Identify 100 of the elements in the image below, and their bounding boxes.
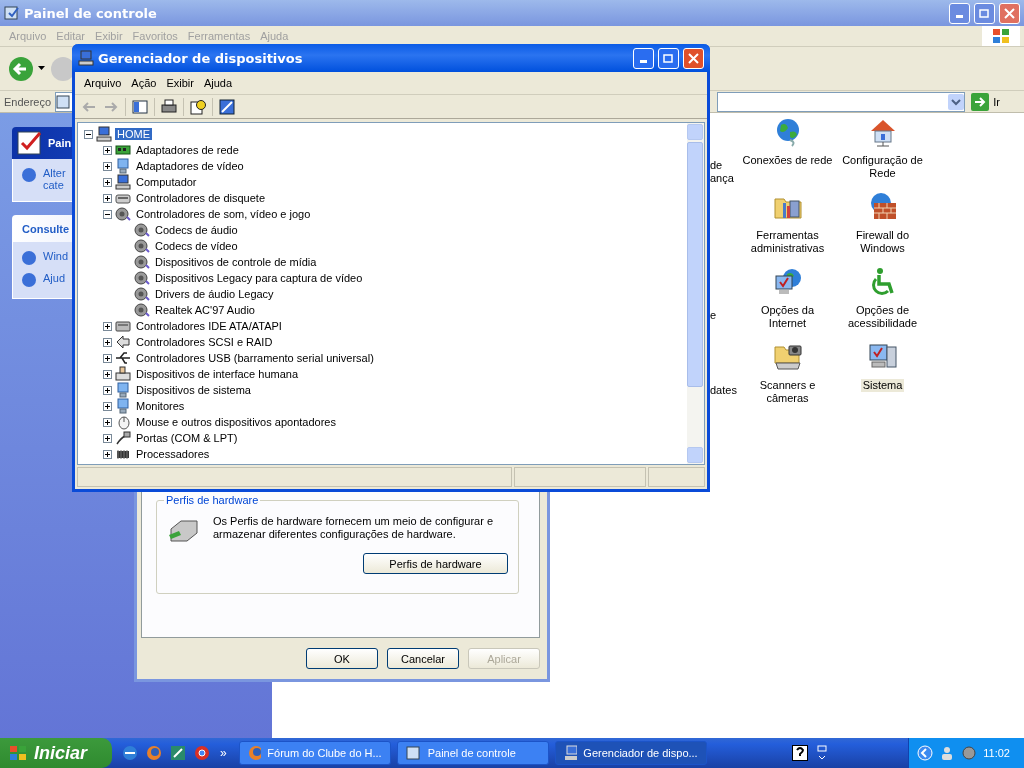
speaker-icon bbox=[134, 238, 150, 254]
taskbar-button[interactable]: Gerenciador de dispo... bbox=[554, 741, 707, 765]
tree-item[interactable]: Mouse e outros dispositivos apontadores bbox=[134, 416, 338, 428]
tree-item[interactable]: Controladores SCSI e RAID bbox=[134, 336, 275, 348]
start-button[interactable]: Iniciar bbox=[0, 738, 112, 768]
tree-item[interactable]: Controladores de disquete bbox=[134, 192, 268, 204]
tree-item[interactable]: Monitores bbox=[134, 400, 187, 412]
tree-item[interactable]: Adaptadores de vídeo bbox=[134, 160, 246, 172]
expand-icon[interactable] bbox=[103, 161, 112, 171]
tree-item[interactable]: Codecs de áudio bbox=[153, 224, 240, 236]
icon-label[interactable]: de ança bbox=[710, 159, 740, 185]
restore-button[interactable] bbox=[974, 2, 995, 24]
menu-item[interactable]: Exibir bbox=[161, 77, 199, 89]
browser-icon bbox=[247, 745, 262, 761]
restore-icon bbox=[979, 7, 990, 19]
printer-icon[interactable] bbox=[161, 98, 177, 115]
computer-icon bbox=[96, 126, 112, 142]
dialog-button[interactable]: Cancelar bbox=[387, 648, 459, 669]
link-icon bbox=[21, 250, 37, 266]
close-button[interactable] bbox=[683, 47, 704, 69]
expand-icon[interactable] bbox=[103, 369, 112, 379]
computer-icon bbox=[78, 50, 94, 66]
windows-logo-icon bbox=[991, 27, 1011, 45]
tree-item[interactable]: Codecs de vídeo bbox=[153, 240, 240, 252]
hardware-profiles-button[interactable]: Perfis de hardware bbox=[363, 553, 508, 574]
go-button[interactable]: Ir bbox=[969, 92, 1020, 111]
expand-icon[interactable] bbox=[103, 337, 112, 347]
tree-item[interactable]: HOME bbox=[115, 128, 152, 140]
computer-icon bbox=[115, 174, 131, 190]
tree-item[interactable]: Dispositivos de sistema bbox=[134, 384, 253, 396]
icon-label[interactable]: Opções da Internet bbox=[740, 304, 835, 330]
caret-icon[interactable] bbox=[38, 66, 46, 71]
expand-icon[interactable] bbox=[103, 433, 112, 443]
help-icon[interactable] bbox=[190, 98, 206, 115]
tree-item[interactable]: Dispositivos de interface humana bbox=[134, 368, 301, 380]
computer-icon bbox=[563, 745, 578, 761]
expand-icon[interactable] bbox=[103, 353, 112, 363]
collapse-icon[interactable] bbox=[84, 129, 93, 139]
browser-icon[interactable] bbox=[122, 745, 138, 761]
expand-icon[interactable] bbox=[103, 449, 112, 459]
menu-item[interactable]: Ajuda bbox=[198, 77, 238, 89]
tree-item[interactable]: Controladores IDE ATA/ATAPI bbox=[134, 320, 284, 332]
expand-icon[interactable] bbox=[103, 145, 112, 155]
address-field[interactable] bbox=[717, 91, 966, 112]
monitor-icon bbox=[115, 382, 131, 398]
tree-item[interactable]: Controladores USB (barramento serial universal) bbox=[134, 352, 376, 364]
minimize-button[interactable] bbox=[949, 2, 970, 24]
icon-label[interactable]: Opções de acessibilidade bbox=[835, 304, 930, 330]
tree-item[interactable]: Computador bbox=[134, 176, 199, 188]
dropdown-icon[interactable] bbox=[948, 93, 965, 110]
tree-item[interactable]: Realtek AC'97 Audio bbox=[153, 304, 257, 316]
close-button[interactable] bbox=[999, 2, 1020, 24]
scrollbar[interactable] bbox=[687, 123, 704, 464]
tree-item[interactable]: Controladores de som, vídeo e jogo bbox=[134, 208, 313, 220]
mouse-icon bbox=[115, 414, 131, 430]
task-link[interactable]: Alter cate bbox=[43, 167, 66, 191]
icon-label[interactable]: Ferramentas administrativas bbox=[740, 229, 835, 255]
window-title: Gerenciador de dispositivos bbox=[98, 50, 303, 66]
expand-icon[interactable] bbox=[103, 177, 112, 187]
collapse-tray-icon[interactable] bbox=[917, 745, 934, 761]
more-button[interactable]: » bbox=[220, 746, 239, 760]
menu-item[interactable]: Ação bbox=[126, 77, 162, 89]
task-link[interactable]: Wind bbox=[43, 250, 69, 262]
maximize-icon bbox=[663, 52, 674, 64]
taskbar-button[interactable]: Painel de controle bbox=[396, 741, 549, 765]
expand-icon[interactable] bbox=[103, 321, 112, 331]
speaker-icon[interactable] bbox=[961, 745, 978, 761]
icon-label[interactable]: e bbox=[710, 309, 740, 322]
icon-label[interactable]: Sistema bbox=[860, 379, 905, 392]
icon-label[interactable]: dates bbox=[710, 384, 740, 397]
menu-item[interactable]: Arquivo bbox=[79, 77, 127, 89]
tree-item[interactable]: Processadores bbox=[134, 448, 212, 460]
tree-item[interactable]: Adaptadores de rede bbox=[134, 144, 241, 156]
tree-item[interactable]: Dispositivos Legacy para captura de vídeo bbox=[153, 272, 365, 284]
panel-title: Consulte bbox=[22, 222, 70, 235]
dialog-button[interactable]: OK bbox=[306, 648, 378, 669]
pane-toggle-icon[interactable] bbox=[132, 98, 148, 115]
browser-icon[interactable] bbox=[194, 745, 210, 761]
minimize-button[interactable] bbox=[633, 47, 654, 69]
expand-icon[interactable] bbox=[103, 417, 112, 427]
clock: 11:02 bbox=[983, 747, 1010, 759]
maximize-button[interactable] bbox=[658, 47, 679, 69]
expand-icon[interactable] bbox=[103, 193, 112, 203]
icon-label[interactable]: Configuração de Rede bbox=[835, 154, 930, 180]
expand-icon[interactable] bbox=[103, 385, 112, 395]
tree-item[interactable]: Portas (COM & LPT) bbox=[134, 432, 240, 444]
icon-label[interactable]: Firewall do Windows bbox=[835, 229, 930, 255]
expand-icon[interactable] bbox=[103, 401, 112, 411]
app-icon[interactable] bbox=[170, 745, 186, 761]
task-link[interactable]: Ajud bbox=[43, 272, 66, 284]
icon-label[interactable]: Conexões de rede bbox=[740, 154, 835, 167]
help-icon[interactable] bbox=[792, 745, 809, 761]
group-title: Perfis de hardware bbox=[164, 494, 261, 506]
monitor-icon bbox=[115, 398, 131, 414]
collapse-icon[interactable] bbox=[103, 209, 112, 219]
icon-label[interactable]: Scanners e câmeras bbox=[740, 379, 835, 405]
connector-icon bbox=[115, 334, 131, 350]
tree-item[interactable]: Dispositivos de controle de mídia bbox=[153, 256, 319, 268]
taskbar-button[interactable]: Fórum do Clube do H... bbox=[238, 741, 391, 765]
tree-item[interactable]: Drivers de áudio Legacy bbox=[153, 288, 276, 300]
